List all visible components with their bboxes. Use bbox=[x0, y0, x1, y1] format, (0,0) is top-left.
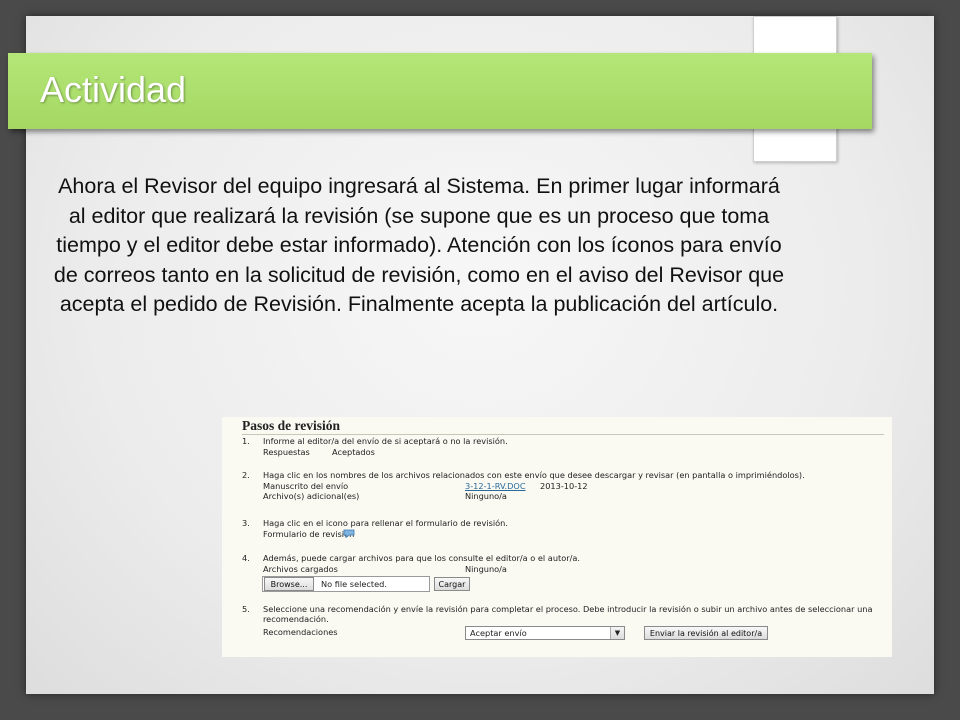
step-1-text: Informe al editor/a del envío de si acep… bbox=[263, 436, 508, 446]
step-1-number: 1. bbox=[242, 436, 250, 446]
step-2-text: Haga clic en los nombres de los archivos… bbox=[263, 470, 805, 480]
selected-recommendation: Aceptar envío bbox=[470, 628, 527, 638]
recommendation-select[interactable]: Aceptar envío ▼ bbox=[465, 626, 625, 640]
step-2-number: 2. bbox=[242, 470, 250, 480]
additional-files-value: Ninguno/a bbox=[465, 491, 507, 501]
manuscript-date: 2013-10-12 bbox=[540, 481, 588, 491]
recommendations-label: Recomendaciones bbox=[263, 627, 338, 637]
file-input[interactable]: Browse... No file selected. bbox=[262, 576, 430, 592]
step-3-number: 3. bbox=[242, 518, 250, 528]
step-4-text: Además, puede cargar archivos para que l… bbox=[263, 553, 580, 563]
additional-files-label: Archivo(s) adicional(es) bbox=[263, 491, 360, 501]
uploaded-files-label: Archivos cargados bbox=[263, 564, 338, 574]
file-status-text: No file selected. bbox=[321, 579, 387, 589]
step-4-number: 4. bbox=[242, 553, 250, 563]
heading-divider bbox=[242, 434, 884, 435]
review-steps-heading: Pasos de revisión bbox=[242, 418, 341, 433]
manuscript-file-link[interactable]: 3-12-1-RV.DOC bbox=[465, 481, 526, 491]
accepted-link[interactable]: Aceptados bbox=[332, 447, 375, 457]
slide-title: Actividad bbox=[40, 69, 187, 110]
comment-icon[interactable] bbox=[343, 529, 355, 538]
embedded-screenshot: Pasos de revisión 1. Informe al editor/a… bbox=[222, 417, 892, 657]
review-form-label: Formulario de revisión bbox=[263, 529, 355, 539]
step-3-text: Haga clic en el icono para rellenar el f… bbox=[263, 518, 508, 528]
slide-body-text: Ahora el Revisor del equipo ingresará al… bbox=[53, 174, 785, 316]
step-5-text: Seleccione una recomendación y envíe la … bbox=[263, 604, 873, 624]
step-5-number: 5. bbox=[242, 604, 250, 614]
uploaded-files-value: Ninguno/a bbox=[465, 564, 507, 574]
upload-button[interactable]: Cargar bbox=[434, 577, 470, 591]
responses-link[interactable]: Respuestas bbox=[263, 447, 310, 457]
manuscript-label: Manuscrito del envío bbox=[263, 481, 349, 491]
chevron-down-icon[interactable]: ▼ bbox=[610, 627, 624, 639]
submit-review-button[interactable]: Enviar la revisión al editor/a bbox=[644, 626, 768, 640]
browse-button[interactable]: Browse... bbox=[264, 577, 314, 591]
